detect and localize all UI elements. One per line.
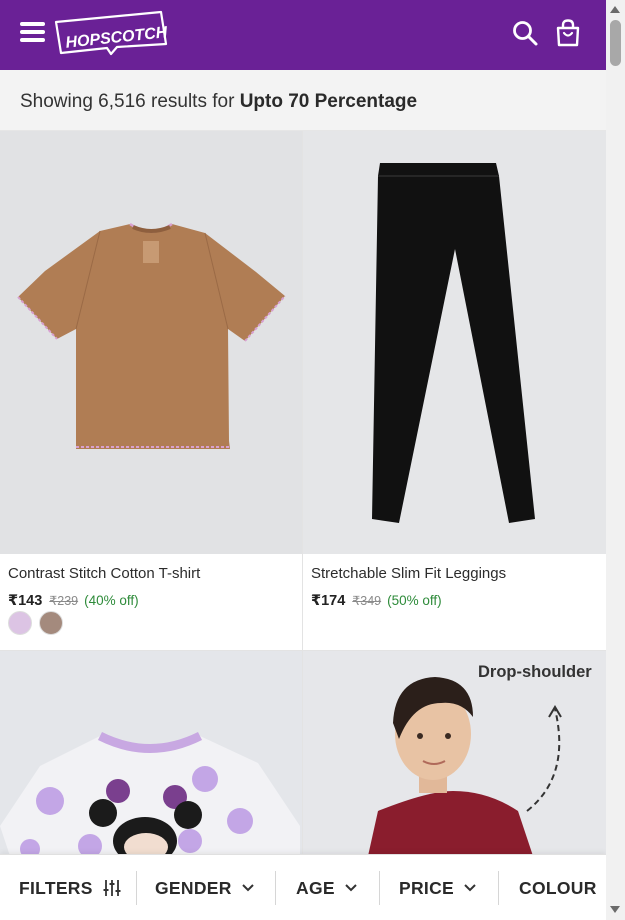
discount-text: (50% off) [387, 593, 442, 608]
original-price: ₹349 [352, 594, 382, 608]
scroll-down-arrow-icon[interactable] [610, 906, 620, 913]
chevron-down-icon [241, 884, 254, 892]
price-filter[interactable]: PRICE [399, 855, 477, 920]
filter-bar: FILTERS GENDER AGE PRICE COLOUR [0, 854, 606, 920]
product-price-row: ₹143 ₹239 (40% off) [8, 592, 139, 609]
leggings-image [372, 163, 535, 523]
color-swatches [8, 611, 70, 637]
hamburger-menu-icon[interactable] [20, 22, 45, 42]
minnie-tshirt-image [0, 731, 300, 856]
shopping-bag-icon[interactable] [553, 18, 583, 48]
product-name[interactable]: Stretchable Slim Fit Leggings [311, 565, 506, 582]
chevron-down-icon [464, 884, 476, 892]
results-summary-text: Showing 6,516 results for Upto 70 Percen… [20, 91, 417, 113]
product-image[interactable] [0, 651, 302, 856]
age-filter[interactable]: AGE [296, 855, 358, 920]
product-image[interactable] [0, 131, 302, 554]
filter-separator [136, 871, 137, 905]
drop-shoulder-label: Drop-shoulder [478, 663, 592, 681]
scroll-up-arrow-icon[interactable] [610, 6, 620, 13]
swatch-brown[interactable] [39, 611, 63, 635]
age-label: AGE [296, 877, 335, 898]
sliders-icon [103, 880, 121, 896]
app-root: HOPSCOTCH Showing 6,516 results for Upto… [0, 0, 606, 920]
filters-button[interactable]: FILTERS [19, 855, 122, 920]
discount-text: (40% off) [84, 593, 139, 608]
results-count-text: Showing 6,516 results for [20, 91, 240, 112]
sale-price: ₹174 [311, 593, 346, 609]
scrollbar-thumb[interactable] [610, 20, 621, 66]
swatch-lilac[interactable] [8, 611, 32, 635]
original-price: ₹239 [49, 594, 79, 608]
product-price-row: ₹174 ₹349 (50% off) [311, 592, 442, 609]
grid-divider-horizontal [0, 650, 606, 651]
hopscotch-logo[interactable]: HOPSCOTCH [53, 10, 168, 58]
filters-label: FILTERS [19, 877, 93, 898]
results-query: Upto 70 Percentage [239, 91, 418, 112]
results-summary-bar: Showing 6,516 results for Upto 70 Percen… [0, 70, 606, 131]
page-scrollbar[interactable] [606, 0, 625, 920]
filter-separator [379, 871, 380, 905]
search-icon[interactable] [510, 18, 540, 48]
tshirt-image [17, 222, 286, 449]
gender-label: GENDER [155, 877, 232, 898]
chevron-down-icon [345, 884, 357, 892]
top-header: HOPSCOTCH [0, 0, 606, 70]
colour-label: COLOUR [519, 877, 597, 898]
product-card[interactable]: Contrast Stitch Cotton T-shirt ₹143 ₹239 (… [0, 131, 302, 650]
filter-separator [275, 871, 276, 905]
gender-filter[interactable]: GENDER [155, 855, 255, 920]
product-card[interactable]: Stretchable Slim Fit Leggings ₹174 ₹349 (5… [303, 131, 606, 650]
product-name[interactable]: Contrast Stitch Cotton T-shirt [8, 565, 200, 582]
product-image[interactable] [303, 131, 606, 554]
filter-separator [498, 871, 499, 905]
price-label: PRICE [399, 877, 454, 898]
grid-divider-vertical [302, 131, 303, 856]
sale-price: ₹143 [8, 593, 43, 609]
product-card[interactable] [0, 651, 302, 856]
colour-filter[interactable]: COLOUR [519, 855, 597, 920]
